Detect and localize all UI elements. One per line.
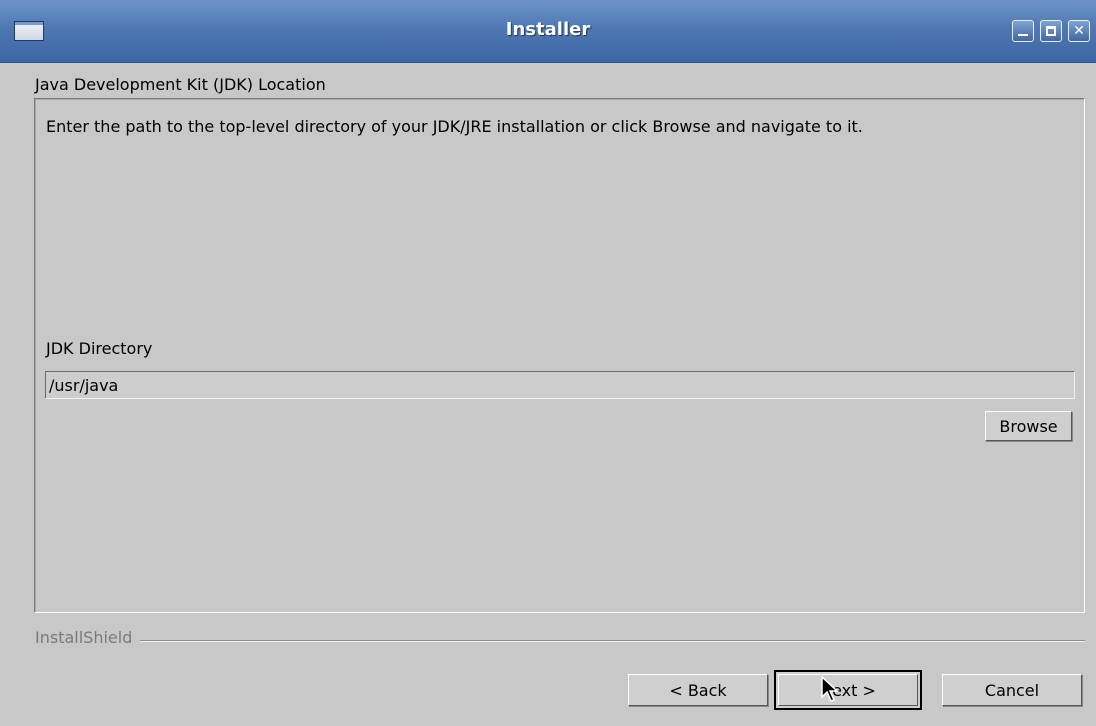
jdk-directory-label: JDK Directory [46, 339, 153, 358]
content-panel [34, 98, 1085, 613]
cancel-button[interactable]: Cancel [942, 674, 1082, 706]
minimize-icon[interactable] [1012, 20, 1034, 42]
page-heading: Java Development Kit (JDK) Location [35, 75, 326, 94]
maximize-icon[interactable] [1040, 20, 1062, 42]
browse-button[interactable]: Browse [985, 411, 1072, 441]
brand-divider: InstallShield [35, 628, 1085, 650]
back-button[interactable]: < Back [628, 674, 768, 706]
close-icon[interactable]: ✕ [1068, 20, 1090, 42]
installer-window: Installer ✕ Java Development Kit (JDK) L… [0, 0, 1096, 726]
page-description: Enter the path to the top-level director… [46, 117, 863, 136]
next-button-label: Next > [778, 674, 918, 706]
window-title: Installer [505, 19, 591, 40]
jdk-directory-input[interactable] [45, 371, 1075, 399]
next-button[interactable]: Next > [774, 670, 922, 710]
installshield-brand: InstallShield [35, 628, 141, 647]
title-bar[interactable]: Installer ✕ [0, 0, 1096, 63]
divider-line [35, 640, 1085, 642]
